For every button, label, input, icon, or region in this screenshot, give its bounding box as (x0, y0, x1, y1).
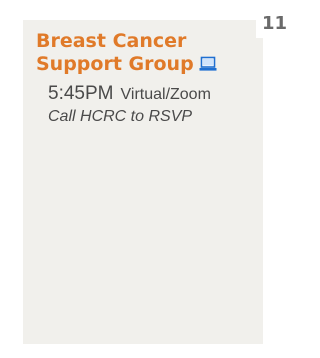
event-title-line-1: Breast Cancer (36, 30, 187, 52)
event-time-location: 5:45PM Virtual/Zoom (48, 82, 256, 106)
laptop-icon (199, 55, 217, 71)
event-title[interactable]: Breast Cancer Support Group (36, 30, 256, 76)
event-location: Virtual/Zoom (120, 86, 211, 103)
calendar-page: 11 Breast Cancer Support Group 5:45PM Vi… (0, 0, 292, 358)
event-time: 5:45PM (48, 83, 114, 104)
calendar-event[interactable]: Breast Cancer Support Group 5:45PM Virtu… (36, 30, 256, 127)
day-number: 11 (256, 12, 292, 38)
event-note: Call HCRC to RSVP (48, 108, 193, 125)
event-title-line-2: Support Group (36, 53, 194, 75)
event-details: 5:45PM Virtual/Zoom Call HCRC to RSVP (48, 82, 256, 127)
